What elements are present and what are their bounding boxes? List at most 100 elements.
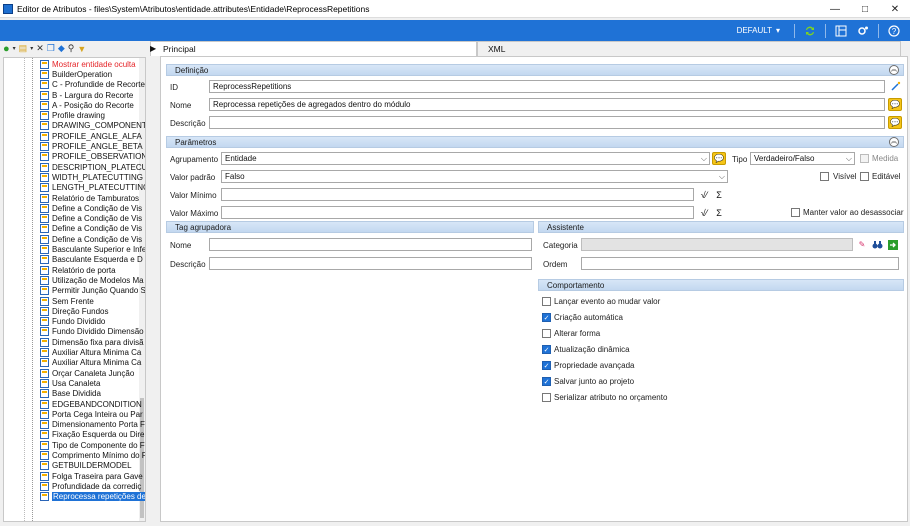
collapse-icon[interactable]: ︽ xyxy=(889,65,899,75)
tree-item[interactable]: Define a Condição de Vis xyxy=(40,203,145,213)
tree-item[interactable]: BuilderOperation xyxy=(40,69,145,79)
delete-icon[interactable]: ✕ xyxy=(36,43,44,54)
help-button[interactable]: ? xyxy=(886,23,902,39)
tree-item[interactable]: Basculante Superior e Infe xyxy=(40,244,145,255)
tab-principal[interactable]: ▶ Principal xyxy=(150,41,477,56)
tree-item[interactable]: LENGTH_PLATECUTTING xyxy=(40,183,145,193)
manter-checkbox[interactable] xyxy=(791,208,800,217)
tree-item[interactable]: DRAWING_COMPONENT xyxy=(40,121,145,131)
tree-item[interactable]: Auxiliar Altura Minima Ca xyxy=(40,358,145,368)
tree-item[interactable]: EDGEBANDCONDITION xyxy=(40,399,145,409)
nome-field[interactable]: Reprocessa repetições de agregados dentr… xyxy=(209,98,885,111)
sigma-icon[interactable]: Σ xyxy=(712,206,726,219)
behavior-checkbox[interactable]: ✓ xyxy=(542,345,551,354)
layout-button[interactable] xyxy=(833,23,849,39)
tree-item[interactable]: Folga Traseira para Gave xyxy=(40,471,145,481)
tree-item[interactable]: Tipo de Componente do F xyxy=(40,440,145,450)
minimize-icon[interactable]: — xyxy=(820,0,850,18)
tree-item[interactable]: Basculante Esquerda e D xyxy=(40,255,145,265)
go-icon[interactable] xyxy=(886,238,900,251)
close-icon[interactable]: ✕ xyxy=(880,0,910,18)
chevron-down-icon[interactable]: ▾ xyxy=(30,45,33,52)
tree-item[interactable]: A - Posição do Recorte xyxy=(40,100,145,110)
tag-nome-field[interactable] xyxy=(209,238,532,251)
tree-item[interactable]: DESCRIPTION_PLATECUT xyxy=(40,162,145,172)
filter-icon[interactable]: ▼ xyxy=(77,44,86,54)
tree-item[interactable]: Utilização de Modelos Ma xyxy=(40,275,145,285)
tree-item[interactable]: Permitir Junção Quando S xyxy=(40,286,145,296)
ordem-field[interactable] xyxy=(581,257,899,270)
tree-item[interactable]: WIDTH_PLATECUTTING xyxy=(40,172,145,182)
eraser-icon[interactable]: ✎ xyxy=(855,238,869,251)
behavior-checkbox[interactable] xyxy=(542,393,551,402)
sqrt-icon[interactable]: √⁄ xyxy=(697,188,711,201)
behavior-checkbox[interactable]: ✓ xyxy=(542,361,551,370)
behavior-checkbox[interactable]: ✓ xyxy=(542,313,551,322)
valor-padrao-select[interactable]: Falso ⌵ xyxy=(221,170,728,183)
tree-item[interactable]: Dimensionamento Porta F xyxy=(40,420,145,430)
tree-item[interactable]: PROFILE_ANGLE_ALFA xyxy=(40,131,145,141)
id-lookup-button[interactable] xyxy=(888,80,902,93)
tree-item[interactable]: Direção Fundos xyxy=(40,306,145,316)
find-icon[interactable]: ⚲ xyxy=(68,43,75,54)
tab-xml[interactable]: XML xyxy=(477,41,901,56)
tree-item[interactable]: Fixação Esquerda ou Dire xyxy=(40,430,145,440)
descricao-field[interactable] xyxy=(209,116,885,129)
tree-item[interactable]: Comprimento Mínimo do F xyxy=(40,450,145,461)
tipo-select[interactable]: Verdadeiro/Falso ⌵ xyxy=(750,152,855,165)
settings-button[interactable] xyxy=(855,23,871,39)
behavior-checkbox[interactable]: ✓ xyxy=(542,377,551,386)
section-parametros[interactable]: Parâmetros ︽ xyxy=(166,136,904,148)
id-field[interactable]: ReprocessRepetitions xyxy=(209,80,885,93)
tree-item[interactable]: Base Dividida xyxy=(40,389,145,399)
move-icon[interactable]: ◆ xyxy=(58,43,65,54)
tree-item[interactable]: Usa Canaleta xyxy=(40,378,145,388)
valor-minimo-field[interactable] xyxy=(221,188,694,201)
tree-item[interactable]: Mostrar entidade oculta xyxy=(40,59,145,69)
maximize-icon[interactable]: □ xyxy=(850,0,880,18)
tree-item[interactable]: Relatório de porta xyxy=(40,265,145,275)
top-action-bar: DEFAULT ▾ ? xyxy=(0,20,910,41)
tree-item[interactable]: Orçar Canaleta Junção xyxy=(40,368,145,378)
section-definicao[interactable]: Definição ︽ xyxy=(166,64,904,76)
tree-item[interactable]: PROFILE_ANGLE_BETA xyxy=(40,141,145,152)
tree-item[interactable]: Define a Condição de Vis xyxy=(40,224,145,234)
tree-item[interactable]: PROFILE_OBSERVATION xyxy=(40,152,145,162)
tree-item[interactable]: B - Largura do Recorte xyxy=(40,90,145,100)
tree-item[interactable]: Porta Cega Inteira ou Par xyxy=(40,409,145,419)
collapse-icon[interactable]: ︽ xyxy=(889,137,899,147)
sqrt-icon[interactable]: √⁄ xyxy=(697,206,711,219)
binoculars-icon[interactable] xyxy=(870,238,884,251)
tree-item[interactable]: Reprocessa repetições de xyxy=(40,492,145,502)
add-icon[interactable]: ● xyxy=(3,43,10,55)
tree-item[interactable]: Auxiliar Altura Minima Ca xyxy=(40,347,145,358)
chevron-down-icon[interactable]: ▾ xyxy=(13,45,16,52)
tree-item[interactable]: Profundidade da corrediç xyxy=(40,481,145,491)
valor-maximo-field[interactable] xyxy=(221,206,694,219)
tree-item[interactable]: C - Profundide de Recorte xyxy=(40,80,145,90)
folder-icon[interactable]: ▤ xyxy=(19,43,28,54)
translate-descricao-button[interactable]: 💬 xyxy=(888,116,902,129)
medida-checkbox[interactable] xyxy=(860,154,869,163)
tree-item[interactable]: Define a Condição de Vis xyxy=(40,214,145,224)
tree-item[interactable]: Define a Condição de Vis xyxy=(40,234,145,244)
tree-item[interactable]: Profile drawing xyxy=(40,111,145,121)
behavior-checkbox[interactable] xyxy=(542,297,551,306)
tree-item[interactable]: GETBUILDERMODEL xyxy=(40,461,145,471)
tree-item[interactable]: Fundo Dividido xyxy=(40,317,145,327)
sigma-icon[interactable]: Σ xyxy=(712,188,726,201)
tree-item[interactable]: Fundo Dividido Dimensão xyxy=(40,327,145,337)
visivel-checkbox[interactable] xyxy=(820,172,829,181)
behavior-checkbox[interactable] xyxy=(542,329,551,338)
tree-item[interactable]: Sem Frente xyxy=(40,296,145,306)
tree-item[interactable]: Relatório de Tamburatos xyxy=(40,193,145,203)
tag-descricao-field[interactable] xyxy=(209,257,532,270)
categoria-field[interactable] xyxy=(581,238,853,251)
translate-nome-button[interactable]: 💬 xyxy=(888,98,902,111)
profile-dropdown[interactable]: DEFAULT ▾ xyxy=(737,26,780,35)
copy-icon[interactable]: ❐ xyxy=(47,43,55,54)
editavel-checkbox[interactable] xyxy=(860,172,869,181)
tree-item[interactable]: Dimensão fixa para divisã xyxy=(40,337,145,347)
agrupamento-select[interactable]: Entidade ⌵ xyxy=(221,152,710,165)
agrupamento-translate-button[interactable]: 💬 xyxy=(712,152,726,165)
